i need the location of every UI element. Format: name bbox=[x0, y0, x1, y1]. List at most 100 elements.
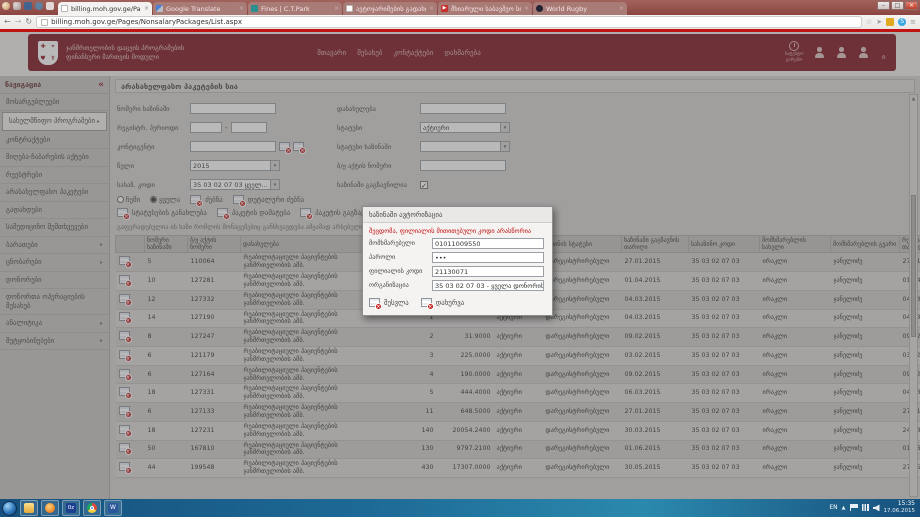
clear-lookup-button[interactable]: × bbox=[293, 142, 304, 151]
column-header[interactable]: დასახელება bbox=[241, 236, 374, 253]
browser-tab[interactable]: World Rugby× bbox=[533, 2, 627, 15]
filter-input[interactable] bbox=[190, 141, 276, 152]
browser-tab[interactable]: ▶მხიარული საბავშვო სიმ...× bbox=[438, 2, 532, 15]
filter-checkbox[interactable]: ✓ bbox=[420, 181, 428, 189]
reload-button[interactable]: ↻ bbox=[25, 17, 32, 27]
filter-select[interactable] bbox=[420, 141, 510, 152]
table-row[interactable]: ×50167810რეაბილიტაციული პაციენტების ჯანმ… bbox=[116, 440, 920, 459]
sidebar-item[interactable]: სახელმწიფო პროგრამები▸ bbox=[2, 112, 107, 130]
row-edit-cell[interactable]: × bbox=[116, 384, 145, 403]
column-header[interactable]: მომხმარებლის გვარი bbox=[831, 236, 900, 253]
back-button[interactable]: ← bbox=[4, 17, 11, 27]
snagit-extension-icon[interactable] bbox=[886, 18, 894, 26]
table-row[interactable]: ×6121179რეაბილიტაციული პაციენტების ჯანმრ… bbox=[116, 346, 920, 365]
maximize-button[interactable]: □ bbox=[891, 1, 904, 10]
row-edit-cell[interactable]: × bbox=[116, 459, 145, 478]
table-row[interactable]: ×8127247რეაბილიტაციული პაციენტების ჯანმრ… bbox=[116, 328, 920, 347]
bookmark-star-icon[interactable]: ☆ bbox=[866, 18, 872, 26]
lookup-button[interactable]: × bbox=[279, 142, 290, 151]
sidebar-item[interactable]: კონტრაქტები bbox=[0, 132, 109, 149]
sidebar-item[interactable]: რეესტრები bbox=[0, 167, 109, 184]
row-edit-cell[interactable]: × bbox=[116, 253, 145, 272]
filter-input-from[interactable] bbox=[190, 122, 222, 133]
tab-close-icon[interactable]: × bbox=[334, 5, 339, 12]
user-settings-icon[interactable] bbox=[836, 47, 847, 58]
sidebar-item[interactable]: სამედიცინო შემთხვევები bbox=[0, 219, 109, 236]
row-edit-cell[interactable]: × bbox=[116, 328, 145, 347]
taskbar-app-oz[interactable]: 0z bbox=[62, 500, 80, 516]
nav-link[interactable]: მთავარი bbox=[317, 49, 346, 57]
scroll-up-icon[interactable]: ▲ bbox=[910, 95, 917, 103]
nav-link[interactable]: შესახებ bbox=[357, 49, 382, 57]
table-row[interactable]: ×44199548რეაბილიტაციული პაციენტების ჯანმ… bbox=[116, 459, 920, 478]
skype-extension-icon[interactable]: S bbox=[898, 18, 906, 26]
scrollbar-thumb[interactable] bbox=[911, 195, 916, 337]
filter-input[interactable] bbox=[420, 160, 506, 171]
filter-select[interactable]: აქტიური bbox=[420, 122, 510, 133]
modal-field-input[interactable]: ••• bbox=[432, 252, 544, 263]
sidebar-item[interactable]: ბარათები▸ bbox=[0, 237, 109, 254]
column-header[interactable]: ხაზინაში გაგზავნის თარიღი bbox=[622, 236, 689, 253]
close-button[interactable]: × bbox=[905, 1, 918, 10]
nav-link[interactable]: დახმარება bbox=[444, 49, 480, 57]
radio-icon[interactable] bbox=[150, 196, 157, 203]
modal-field-input[interactable]: 01011009550 bbox=[432, 238, 544, 249]
tab-close-icon[interactable]: × bbox=[524, 5, 529, 12]
sidebar-item[interactable]: ანალიტიკა▸ bbox=[0, 315, 109, 332]
action-button[interactable]: ×პაკეტის გაგზავნა bbox=[300, 208, 371, 217]
sidebar-item[interactable]: დონორთა ოპერაციების შესახებ bbox=[0, 289, 109, 315]
url-text[interactable]: billing.moh.gov.ge/Pages/NonsalaryPackag… bbox=[51, 18, 242, 26]
column-header[interactable]: მომხმარებლის სახელი bbox=[760, 236, 831, 253]
taskbar-app-word[interactable]: W bbox=[104, 500, 122, 516]
filter-select[interactable]: 2015 bbox=[190, 160, 280, 171]
user-icon[interactable] bbox=[814, 47, 825, 58]
login-button[interactable]: ×შესვლა bbox=[369, 298, 409, 307]
clock[interactable]: 15:35 17.06.2015 bbox=[884, 501, 916, 514]
row-edit-cell[interactable]: × bbox=[116, 440, 145, 459]
browser-tab[interactable]: billing.moh.gov.ge/Page...× bbox=[58, 2, 152, 15]
action-button[interactable]: ×პაკეტის დამატება bbox=[217, 208, 290, 217]
start-button[interactable] bbox=[2, 501, 17, 516]
tab-close-icon[interactable]: × bbox=[144, 5, 149, 12]
advanced-search-button[interactable]: ×დეტალური ძებნა bbox=[233, 195, 304, 204]
tab-close-icon[interactable]: × bbox=[429, 5, 434, 12]
menu-icon[interactable]: ≡ bbox=[910, 18, 916, 26]
content-scrollbar[interactable]: ▲ bbox=[909, 94, 918, 497]
table-row[interactable]: ×18127331რეაბილიტაციული პაციენტების ჯანმ… bbox=[116, 384, 920, 403]
tab-close-icon[interactable]: × bbox=[239, 5, 244, 12]
radio-option[interactable]: ყველა bbox=[150, 196, 180, 204]
table-row[interactable]: ×6127164რეაბილიტაციული პაციენტების ჯანმრ… bbox=[116, 365, 920, 384]
taskbar-app-explorer[interactable] bbox=[20, 500, 38, 516]
tray-expand-icon[interactable]: ▲ bbox=[842, 505, 846, 511]
row-edit-cell[interactable]: × bbox=[116, 403, 145, 422]
close-modal-button[interactable]: ×დახურვა bbox=[421, 298, 464, 307]
browser-tab[interactable]: Google Translate× bbox=[153, 2, 247, 15]
sidebar-collapse-icon[interactable]: « bbox=[98, 80, 104, 90]
row-edit-cell[interactable]: × bbox=[116, 290, 145, 309]
network-icon[interactable] bbox=[862, 504, 869, 511]
filter-input-to[interactable] bbox=[231, 122, 267, 133]
column-header[interactable]: ბ/ჟ აქტის ნომერი bbox=[188, 236, 241, 253]
send-extension-icon[interactable]: ➤ bbox=[876, 18, 882, 26]
table-row[interactable]: ×6127133რეაბილიტაციული პაციენტების ჯანმრ… bbox=[116, 403, 920, 422]
sidebar-item[interactable]: შეტყობინებები▸ bbox=[0, 333, 109, 350]
nav-link[interactable]: კონტაქტები bbox=[393, 49, 433, 57]
action-button[interactable]: ×სტატუსების განახლება bbox=[117, 208, 207, 217]
sidebar-item[interactable]: დონორები bbox=[0, 272, 109, 289]
filter-input[interactable] bbox=[190, 103, 276, 114]
modal-field-input[interactable]: 21130071 bbox=[432, 266, 544, 277]
column-header[interactable]: სახაზინო კოდი bbox=[689, 236, 760, 253]
search-button[interactable]: ×ძებნა bbox=[190, 195, 223, 204]
speaker-icon[interactable] bbox=[873, 504, 880, 511]
sidebar-item[interactable]: მოსარგებლეები bbox=[0, 94, 109, 111]
language-indicator[interactable]: EN bbox=[829, 504, 837, 511]
sidebar-item[interactable]: გადახდები bbox=[0, 202, 109, 219]
table-row[interactable]: ×18127231რეაბილიტაციული პაციენტების ჯანმ… bbox=[116, 421, 920, 440]
taskbar-app-firefox[interactable] bbox=[41, 500, 59, 516]
sidebar-item[interactable]: მიღება-ჩაბარების აქტები bbox=[0, 149, 109, 166]
radio-option[interactable]: ჩემი bbox=[117, 196, 140, 204]
row-edit-cell[interactable]: × bbox=[116, 346, 145, 365]
filter-select[interactable]: 35 03 02 07 03 ყველ... bbox=[190, 179, 280, 190]
browser-tab[interactable]: ავტოჯარიმების გადახდა სა...× bbox=[343, 2, 437, 15]
minimize-button[interactable]: – bbox=[877, 1, 890, 10]
